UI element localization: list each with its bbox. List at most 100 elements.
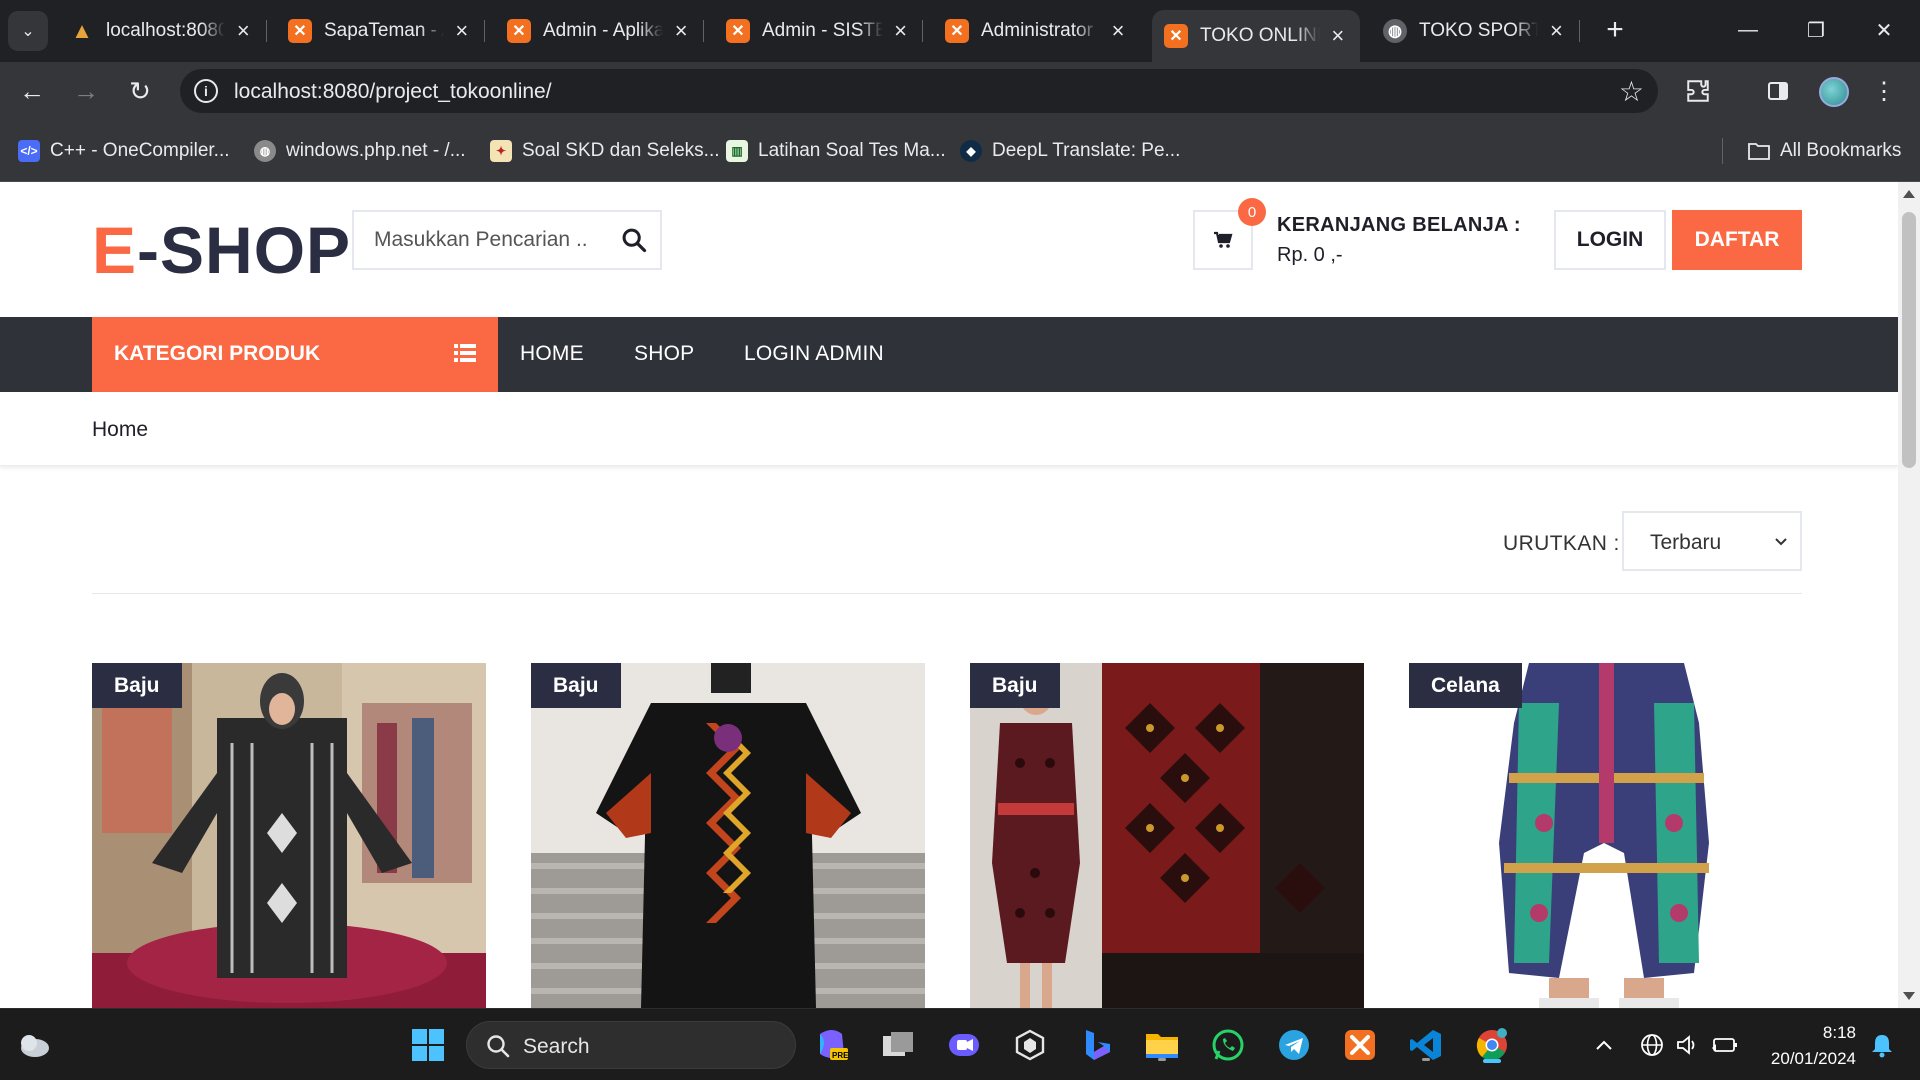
- login-button[interactable]: LOGIN: [1554, 210, 1666, 270]
- bookmark-latihan-soal[interactable]: ▥ Latihan Soal Tes Ma...: [726, 138, 946, 164]
- vscode-icon[interactable]: [1406, 1025, 1446, 1065]
- cart-count-badge: 0: [1238, 198, 1266, 226]
- bookmark-star-icon[interactable]: ☆: [1619, 75, 1644, 108]
- tab-search-button[interactable]: ⌄: [8, 11, 48, 51]
- tab-toko-online[interactable]: ✕ TOKO ONLINE ×: [1152, 10, 1360, 62]
- sort-label: URUTKAN :: [1503, 532, 1620, 555]
- close-icon[interactable]: ×: [671, 20, 691, 42]
- tab-sapateman[interactable]: ✕ SapaTeman - A ×: [276, 10, 485, 52]
- xampp-icon[interactable]: [1340, 1025, 1380, 1065]
- xampp-icon: ✕: [1164, 24, 1188, 48]
- product-image[interactable]: [92, 663, 486, 1008]
- product-card[interactable]: Baju: [970, 663, 1364, 1008]
- product-card[interactable]: Baju: [531, 663, 925, 1008]
- site-info-icon[interactable]: i: [194, 79, 218, 103]
- close-window-button[interactable]: ✕: [1856, 10, 1912, 50]
- chrome-icon[interactable]: [1472, 1025, 1512, 1065]
- reload-button[interactable]: ↻: [120, 71, 160, 111]
- all-bookmarks-button[interactable]: All Bookmarks: [1748, 138, 1901, 164]
- browser-toolbar: ← → ↻ i localhost:8080/project_tokoonlin…: [0, 62, 1920, 120]
- tab-administrator[interactable]: ✕ Administrator ×: [933, 10, 1141, 52]
- cart-title: KERANJANG BELANJA :: [1277, 214, 1521, 236]
- network-globe-icon[interactable]: [1632, 1025, 1672, 1065]
- notification-bell-icon[interactable]: [1862, 1025, 1902, 1065]
- page-scrollbar[interactable]: [1898, 182, 1920, 1008]
- bookmark-onecompiler[interactable]: </> C++ - OneCompiler...: [18, 138, 230, 164]
- list-icon: [454, 344, 476, 362]
- close-icon[interactable]: ×: [891, 20, 910, 42]
- forward-button[interactable]: →: [66, 71, 106, 111]
- meet-icon[interactable]: [944, 1025, 984, 1065]
- product-card[interactable]: Baju: [92, 663, 486, 1008]
- close-icon[interactable]: ×: [1107, 20, 1129, 42]
- product-card[interactable]: Celana: [1409, 663, 1803, 1008]
- bookmark-soal-skd[interactable]: ✦ Soal SKD dan Seleks...: [490, 138, 720, 164]
- side-panel-icon[interactable]: [1762, 75, 1794, 107]
- file-explorer-icon[interactable]: [1142, 1025, 1182, 1065]
- tab-localhost[interactable]: ▲ localhost:8080 ×: [58, 10, 267, 52]
- bookmark-label: windows.php.net - /...: [286, 140, 466, 161]
- close-icon[interactable]: ×: [1328, 25, 1348, 47]
- back-button[interactable]: ←: [12, 71, 52, 111]
- taskbar-search[interactable]: Search: [466, 1021, 796, 1069]
- minimize-button[interactable]: —: [1720, 10, 1776, 50]
- close-icon[interactable]: ×: [1546, 20, 1567, 42]
- nav-login-admin[interactable]: LOGIN ADMIN: [744, 342, 884, 366]
- tab-separator: [266, 20, 267, 42]
- bing-icon[interactable]: [1076, 1025, 1116, 1065]
- breadcrumb-home[interactable]: Home: [92, 418, 148, 442]
- nav-shop[interactable]: SHOP: [634, 342, 694, 366]
- whatsapp-icon[interactable]: [1208, 1025, 1248, 1065]
- task-view-icon[interactable]: [878, 1025, 918, 1065]
- category-dropdown[interactable]: KATEGORI PRODUK: [92, 317, 498, 392]
- bookmark-deepl[interactable]: ◆ DeepL Translate: Pe...: [960, 138, 1180, 164]
- product-category-badge: Baju: [531, 663, 621, 708]
- search-icon[interactable]: [620, 226, 648, 254]
- shopping-cart-icon: [1214, 231, 1233, 248]
- code-icon: </>: [18, 140, 40, 162]
- unity-icon[interactable]: [1010, 1025, 1050, 1065]
- new-tab-button[interactable]: +: [1598, 12, 1632, 50]
- clock-date[interactable]: 20/01/2024: [1740, 1049, 1856, 1069]
- close-icon[interactable]: ×: [452, 20, 472, 42]
- chevron-down-icon: [1775, 538, 1787, 546]
- copilot-icon[interactable]: PRE: [812, 1025, 852, 1065]
- search-input[interactable]: [354, 212, 604, 268]
- tab-admin-sistem[interactable]: ✕ Admin - SISTEM ×: [714, 10, 923, 52]
- xampp-icon: ✕: [945, 19, 969, 43]
- sort-select[interactable]: Terbaru: [1622, 511, 1802, 571]
- profile-avatar[interactable]: [1819, 77, 1849, 107]
- clock-time[interactable]: 8:18: [1740, 1023, 1856, 1043]
- bookmarks-bar: </> C++ - OneCompiler... ◍ windows.php.n…: [0, 120, 1920, 182]
- product-image[interactable]: [970, 663, 1364, 1008]
- restore-button[interactable]: ❐: [1788, 10, 1844, 50]
- product-image[interactable]: [531, 663, 925, 1008]
- product-image[interactable]: [1409, 663, 1803, 1008]
- extensions-icon[interactable]: [1682, 75, 1714, 107]
- more-menu-icon[interactable]: ⋮: [1868, 75, 1900, 107]
- volume-icon[interactable]: [1668, 1025, 1708, 1065]
- address-bar[interactable]: i localhost:8080/project_tokoonline/ ☆: [180, 69, 1658, 113]
- start-button[interactable]: [408, 1025, 448, 1065]
- site-logo[interactable]: E-SHOP: [92, 212, 351, 288]
- tab-title: TOKO ONLINE: [1200, 25, 1320, 46]
- scroll-down-arrow[interactable]: [1903, 992, 1915, 1000]
- scroll-thumb[interactable]: [1902, 212, 1916, 468]
- scroll-up-arrow[interactable]: [1903, 190, 1915, 198]
- tab-separator: [703, 20, 704, 42]
- show-hidden-icons-button[interactable]: [1584, 1025, 1624, 1065]
- close-icon[interactable]: ×: [233, 20, 254, 42]
- weather-icon[interactable]: [14, 1025, 54, 1065]
- nav-home[interactable]: HOME: [520, 342, 584, 366]
- register-button[interactable]: DAFTAR: [1672, 210, 1802, 270]
- tab-admin-aplikasi[interactable]: ✕ Admin - Aplikasi ×: [495, 10, 704, 52]
- battery-icon[interactable]: [1704, 1025, 1744, 1065]
- main-navbar: KATEGORI PRODUK HOME SHOP LOGIN ADMIN: [0, 317, 1898, 392]
- tab-separator: [922, 20, 923, 42]
- bookmark-windows-php[interactable]: ◍ windows.php.net - /...: [254, 138, 466, 164]
- telegram-icon[interactable]: [1274, 1025, 1314, 1065]
- windows-taskbar: Search PRE 8:18 20/01/2024: [0, 1008, 1920, 1080]
- tab-toko-sport[interactable]: ◍ TOKO SPORT ×: [1371, 10, 1580, 52]
- product-category-badge: Baju: [970, 663, 1060, 708]
- tab-title: localhost:8080: [106, 20, 225, 41]
